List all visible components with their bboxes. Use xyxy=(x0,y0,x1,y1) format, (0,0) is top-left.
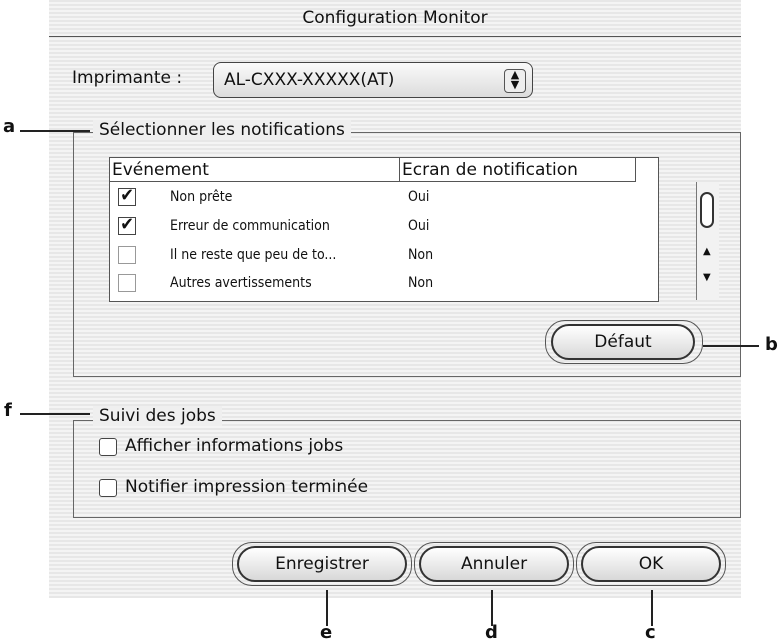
callout-d: d xyxy=(485,622,498,643)
scroll-down-arrow-icon[interactable]: ▼ xyxy=(703,272,711,283)
jobs-group xyxy=(73,420,741,518)
callout-b-line xyxy=(703,345,759,347)
callout-f: f xyxy=(4,400,12,421)
printer-label: Imprimante : xyxy=(72,68,183,88)
notifications-group-title: Sélectionner les notifications xyxy=(93,120,351,140)
configuration-monitor-dialog: Configuration Monitor Imprimante : AL-CX… xyxy=(49,0,741,598)
cancel-button[interactable]: Annuler xyxy=(419,546,569,582)
check-icon[interactable]: ✔ xyxy=(118,187,136,206)
row-event: Erreur de communication xyxy=(170,218,330,234)
row-event: Non prête xyxy=(170,189,233,205)
callout-b: b xyxy=(765,334,778,355)
window-title: Configuration Monitor xyxy=(49,0,741,37)
row-event: Autres avertissements xyxy=(170,275,312,291)
show-jobs-label: Afficher informations jobs xyxy=(125,436,344,456)
show-jobs-checkbox[interactable] xyxy=(99,438,117,456)
table-row[interactable]: ✔ Erreur de communication Oui xyxy=(110,213,630,241)
printer-select-value: AL-CXXX-XXXXX(AT) xyxy=(224,70,395,90)
check-icon[interactable]: ✔ xyxy=(118,216,136,235)
callout-a: a xyxy=(3,116,16,137)
callout-d-line xyxy=(491,590,493,626)
row-screen: Non xyxy=(408,275,434,291)
callout-a-line xyxy=(20,130,90,132)
callout-f-line xyxy=(20,413,90,415)
row-screen: Non xyxy=(408,247,434,263)
scroll-up-arrow-icon[interactable]: ▲ xyxy=(703,246,711,257)
save-button[interactable]: Enregistrer xyxy=(237,546,407,582)
callout-e: e xyxy=(320,622,333,643)
scroll-thumb[interactable] xyxy=(700,192,714,228)
notifications-table: Evénement Ecran de notification ✔ Non pr… xyxy=(109,157,719,302)
jobs-group-title: Suivi des jobs xyxy=(93,406,222,426)
printer-select[interactable]: AL-CXXX-XXXXX(AT) ▲ ▼ xyxy=(213,62,533,98)
notify-done-checkbox[interactable] xyxy=(99,479,117,497)
checkbox[interactable] xyxy=(118,246,136,264)
updown-arrows-icon: ▲ ▼ xyxy=(504,69,526,93)
row-screen: Oui xyxy=(408,189,430,205)
row-screen: Oui xyxy=(408,218,430,234)
callout-c: c xyxy=(645,622,656,643)
vertical-scrollbar[interactable]: ▲ ▼ xyxy=(696,182,719,300)
ok-button[interactable]: OK xyxy=(581,546,721,582)
callout-e-line xyxy=(326,590,328,626)
default-button[interactable]: Défaut xyxy=(551,324,695,360)
column-header-screen[interactable]: Ecran de notification xyxy=(400,158,636,182)
notify-done-label: Notifier impression terminée xyxy=(125,477,369,497)
checkbox[interactable] xyxy=(118,274,136,292)
column-header-event[interactable]: Evénement xyxy=(110,158,400,182)
table-row[interactable]: Autres avertissements Non xyxy=(110,270,630,298)
table-row[interactable]: Il ne reste que peu de to... Non xyxy=(110,242,630,270)
table-row[interactable]: ✔ Non prête Oui xyxy=(110,184,630,212)
row-event: Il ne reste que peu de to... xyxy=(170,247,337,263)
callout-c-line xyxy=(651,590,653,626)
